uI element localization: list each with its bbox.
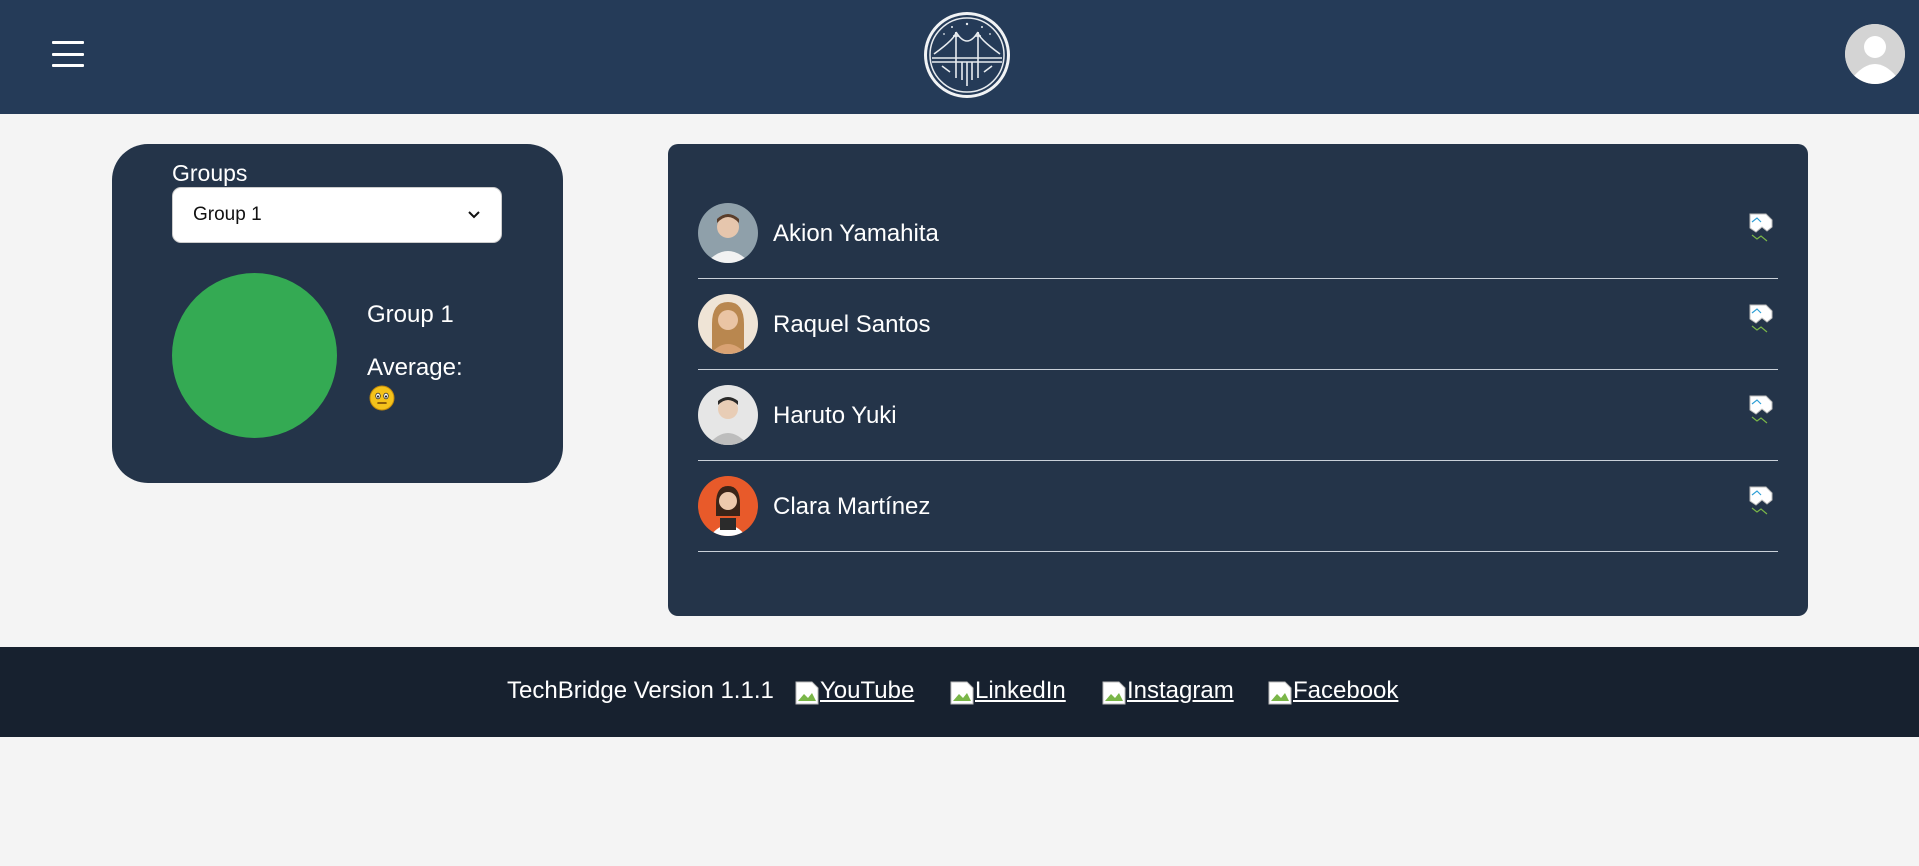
- member-avatar: [698, 294, 758, 354]
- menu-bar: [52, 64, 84, 67]
- member-avatar: [698, 476, 758, 536]
- person-photo-icon: [698, 203, 758, 263]
- groups-label: Groups: [172, 160, 248, 186]
- broken-image-icon[interactable]: [1749, 395, 1773, 424]
- broken-image-icon[interactable]: [1749, 486, 1773, 515]
- linkedin-link[interactable]: LinkedIn: [950, 677, 1066, 705]
- instagram-link-label: Instagram: [1127, 677, 1234, 704]
- broken-image-icon: [1268, 681, 1292, 705]
- user-silhouette-icon: [1845, 24, 1905, 84]
- group-color-circle: [172, 273, 337, 438]
- member-row[interactable]: Raquel Santos: [698, 279, 1778, 370]
- person-photo-icon: [698, 476, 758, 536]
- menu-bar: [52, 41, 84, 44]
- instagram-link[interactable]: Instagram: [1102, 677, 1234, 705]
- members-panel: Akion Yamahita Raquel Santos Haruto Yuki…: [668, 144, 1808, 616]
- member-row[interactable]: Haruto Yuki: [698, 370, 1778, 461]
- version-text: TechBridge Version 1.1.1: [507, 677, 774, 704]
- member-row[interactable]: Clara Martínez: [698, 461, 1778, 552]
- member-name: Clara Martínez: [773, 493, 931, 520]
- average-label: Average:: [367, 354, 463, 381]
- group-name: Group 1: [367, 301, 454, 328]
- chevron-down-icon: [468, 211, 480, 219]
- group-select-value: Group 1: [193, 204, 262, 225]
- techbridge-logo[interactable]: [922, 10, 1012, 100]
- facebook-link[interactable]: Facebook: [1268, 677, 1398, 705]
- top-header: [0, 0, 1919, 114]
- member-avatar: [698, 203, 758, 263]
- group-select[interactable]: Group 1: [172, 187, 502, 243]
- member-name: Haruto Yuki: [773, 402, 897, 429]
- member-avatar: [698, 385, 758, 445]
- broken-image-icon[interactable]: [1749, 304, 1773, 333]
- facebook-link-label: Facebook: [1293, 677, 1399, 704]
- person-photo-icon: [698, 385, 758, 445]
- broken-image-icon: [795, 681, 819, 705]
- menu-bar: [52, 52, 84, 56]
- broken-image-icon: [950, 681, 974, 705]
- hamburger-menu-icon[interactable]: [52, 38, 84, 70]
- smiley-emoji-icon: [369, 385, 395, 411]
- person-photo-icon: [698, 294, 758, 354]
- groups-card: Groups Group 1 Group 1 Average:: [112, 144, 563, 483]
- page-footer: TechBridge Version 1.1.1 YouTube LinkedI…: [0, 647, 1919, 737]
- member-name: Akion Yamahita: [773, 220, 939, 247]
- youtube-link-label: YouTube: [820, 677, 915, 704]
- profile-avatar-icon[interactable]: [1845, 24, 1905, 84]
- broken-image-icon: [1102, 681, 1126, 705]
- member-row[interactable]: Akion Yamahita: [698, 188, 1778, 279]
- linkedin-link-label: LinkedIn: [975, 677, 1066, 704]
- youtube-link[interactable]: YouTube: [795, 677, 914, 705]
- member-name: Raquel Santos: [773, 311, 931, 338]
- broken-image-icon[interactable]: [1749, 213, 1773, 242]
